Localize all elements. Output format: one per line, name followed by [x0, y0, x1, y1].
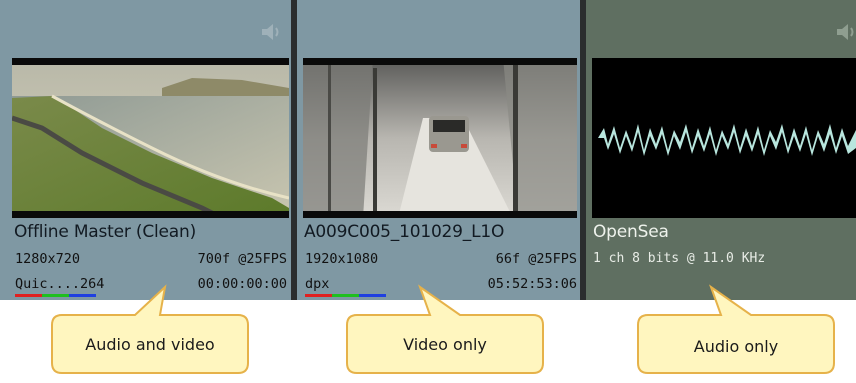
clip-codec: dpx: [305, 276, 330, 292]
callout-label: Audio only: [693, 337, 779, 356]
clip-tile-offline-master[interactable]: Offline Master (Clean) 1280x720 700f @25…: [0, 0, 291, 300]
callout-label: Audio and video: [85, 335, 215, 354]
clip-title: A009C005_101029_L1O: [304, 222, 505, 242]
speaker-icon[interactable]: [259, 20, 285, 44]
audio-waveform: [592, 58, 856, 218]
clip-resolution: 1280x720: [15, 251, 81, 267]
callout-audio-and-video: Audio and video: [50, 284, 250, 375]
speaker-icon[interactable]: [834, 20, 856, 44]
channel-bar-red: [15, 294, 42, 297]
clip-tile-a009c005[interactable]: A009C005_101029_L1O 1920x1080 66f @25FPS…: [297, 0, 580, 300]
clip-title: OpenSea: [593, 222, 669, 242]
clip-frames: 66f @25FPS: [495, 251, 577, 267]
callout-video-only: Video only: [345, 284, 545, 375]
video-thumbnail-snow-road: [303, 58, 577, 218]
channel-bar-red: [305, 294, 332, 297]
callout-label: Video only: [403, 335, 487, 354]
clip-title: Offline Master (Clean): [14, 222, 197, 242]
clip-frames: 700f @25FPS: [197, 251, 287, 267]
clip-strip: Offline Master (Clean) 1280x720 700f @25…: [0, 0, 856, 300]
clip-resolution: 1920x1080: [305, 251, 379, 267]
video-thumbnail-coast: [12, 58, 289, 218]
clip-audio-info: 1 ch 8 bits @ 11.0 KHz: [593, 251, 766, 266]
clip-tile-opensea[interactable]: OpenSea 1 ch 8 bits @ 11.0 KHz: [586, 0, 856, 300]
callout-audio-only: Audio only: [636, 284, 836, 375]
